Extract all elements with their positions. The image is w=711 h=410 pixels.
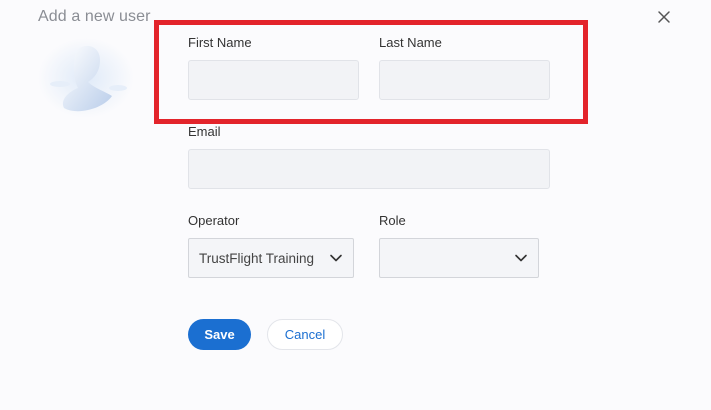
operator-selected-value: TrustFlight Training: [199, 250, 315, 266]
first-name-label: First Name: [188, 35, 252, 50]
operator-select[interactable]: TrustFlight Training: [188, 238, 354, 278]
close-button[interactable]: [655, 8, 673, 26]
add-user-modal: Add a new user First Name Last Name Emai…: [0, 0, 711, 410]
user-avatar-icon: [38, 38, 134, 120]
email-input[interactable]: [188, 149, 550, 189]
close-icon: [658, 11, 670, 23]
first-name-input[interactable]: [188, 60, 359, 100]
last-name-label: Last Name: [379, 35, 442, 50]
chevron-down-icon: [330, 254, 342, 262]
role-label: Role: [379, 213, 406, 228]
last-name-input[interactable]: [379, 60, 550, 100]
save-button[interactable]: Save: [188, 319, 251, 350]
role-select[interactable]: [379, 238, 539, 278]
operator-label: Operator: [188, 213, 240, 228]
email-label: Email: [188, 124, 221, 139]
cancel-button[interactable]: Cancel: [267, 319, 343, 350]
modal-title: Add a new user: [38, 8, 151, 25]
chevron-down-icon: [515, 254, 527, 262]
